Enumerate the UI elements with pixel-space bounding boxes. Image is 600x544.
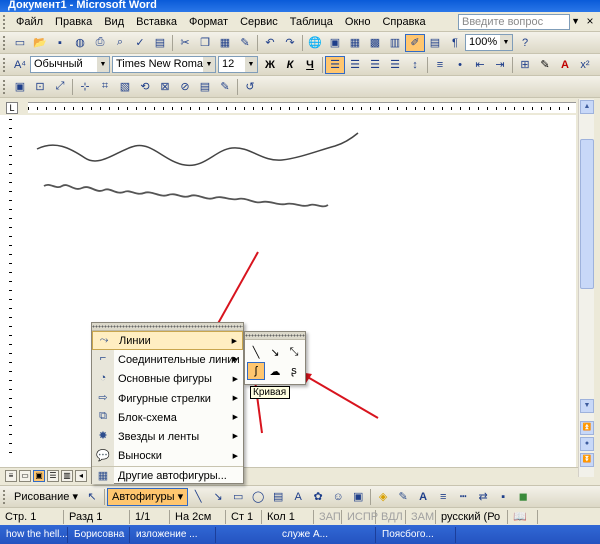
autoshapes-item-label: Выноски: [118, 450, 162, 463]
freehand-scribble-line: [43, 183, 329, 208]
autoshapes-item-label: Соединительные линии: [118, 353, 240, 366]
scribble-icon[interactable]: ʂ: [285, 362, 303, 380]
autoshapes-item-stars[interactable]: ✸ Звезды и ленты ▶: [92, 427, 243, 446]
autoshapes-menu: ⤳ Линии ▶ ⌐ Соединительные линии ▶ ◔ Осн…: [91, 322, 244, 484]
autoshapes-item-label: Другие автофигуры...: [118, 470, 227, 483]
freeform-icon[interactable]: ☁: [266, 362, 284, 380]
submenu-arrow-icon: ▶: [232, 414, 238, 422]
flowchart-icon: ⧉: [99, 410, 107, 423]
connectors-icon: ⌐: [99, 352, 107, 365]
autoshapes-item-basic-shapes[interactable]: ◔ Основные фигуры ▶: [92, 370, 243, 389]
submenu-arrow-icon: ▶: [232, 394, 238, 402]
menu-drag-handle[interactable]: [92, 323, 243, 331]
lines-submenu: ╲ ↘ ⤡ ʃ ☁ ʂ: [244, 331, 306, 385]
autoshapes-item-lines[interactable]: ⤳ Линии ▶: [92, 331, 243, 351]
submenu-drag-handle[interactable]: [245, 332, 305, 340]
autoshapes-item-connectors[interactable]: ⌐ Соединительные линии ▶: [92, 350, 243, 369]
autoshapes-item-label: Звезды и ленты: [118, 431, 200, 444]
curve-tool-icon[interactable]: ʃ: [247, 362, 265, 380]
autoshapes-item-more[interactable]: ▦ Другие автофигуры...: [92, 466, 243, 485]
lines-icon: ⤳: [99, 334, 109, 346]
submenu-arrow-icon: ▶: [232, 375, 238, 383]
autoshapes-item-label: Блок-схема: [118, 411, 177, 424]
freehand-wavy-line: [36, 132, 359, 166]
autoshapes-item-label: Линии: [119, 334, 151, 347]
block-arrows-icon: ⇨: [98, 391, 108, 404]
callouts-icon: 💬: [96, 449, 110, 462]
autoshapes-item-block-arrows[interactable]: ⇨ Фигурные стрелки ▶: [92, 389, 243, 408]
autoshapes-item-callouts[interactable]: 💬 Выноски ▶: [92, 447, 243, 466]
submenu-arrow-icon: ▶: [231, 338, 237, 345]
annotation-arrow: [298, 371, 379, 419]
basic-shapes-icon: ◔: [99, 371, 107, 384]
autoshapes-item-flowchart[interactable]: ⧉ Блок-схема ▶: [92, 408, 243, 427]
submenu-arrow-icon: ▶: [232, 433, 238, 441]
autoshapes-item-label: Фигурные стрелки: [118, 392, 211, 405]
submenu-arrow-icon: ▶: [232, 356, 238, 364]
arrow-icon[interactable]: ↘: [266, 343, 284, 361]
autoshapes-item-label: Основные фигуры: [118, 373, 212, 386]
submenu-arrow-icon: ▶: [232, 452, 238, 460]
curve-tooltip: Кривая: [250, 386, 290, 399]
stars-icon: ✸: [98, 430, 108, 443]
line-icon[interactable]: ╲: [247, 343, 265, 361]
double-arrow-icon[interactable]: ⤡: [285, 343, 303, 361]
drawing-layer: [36, 132, 379, 434]
more-shapes-icon: ▦: [97, 470, 109, 483]
